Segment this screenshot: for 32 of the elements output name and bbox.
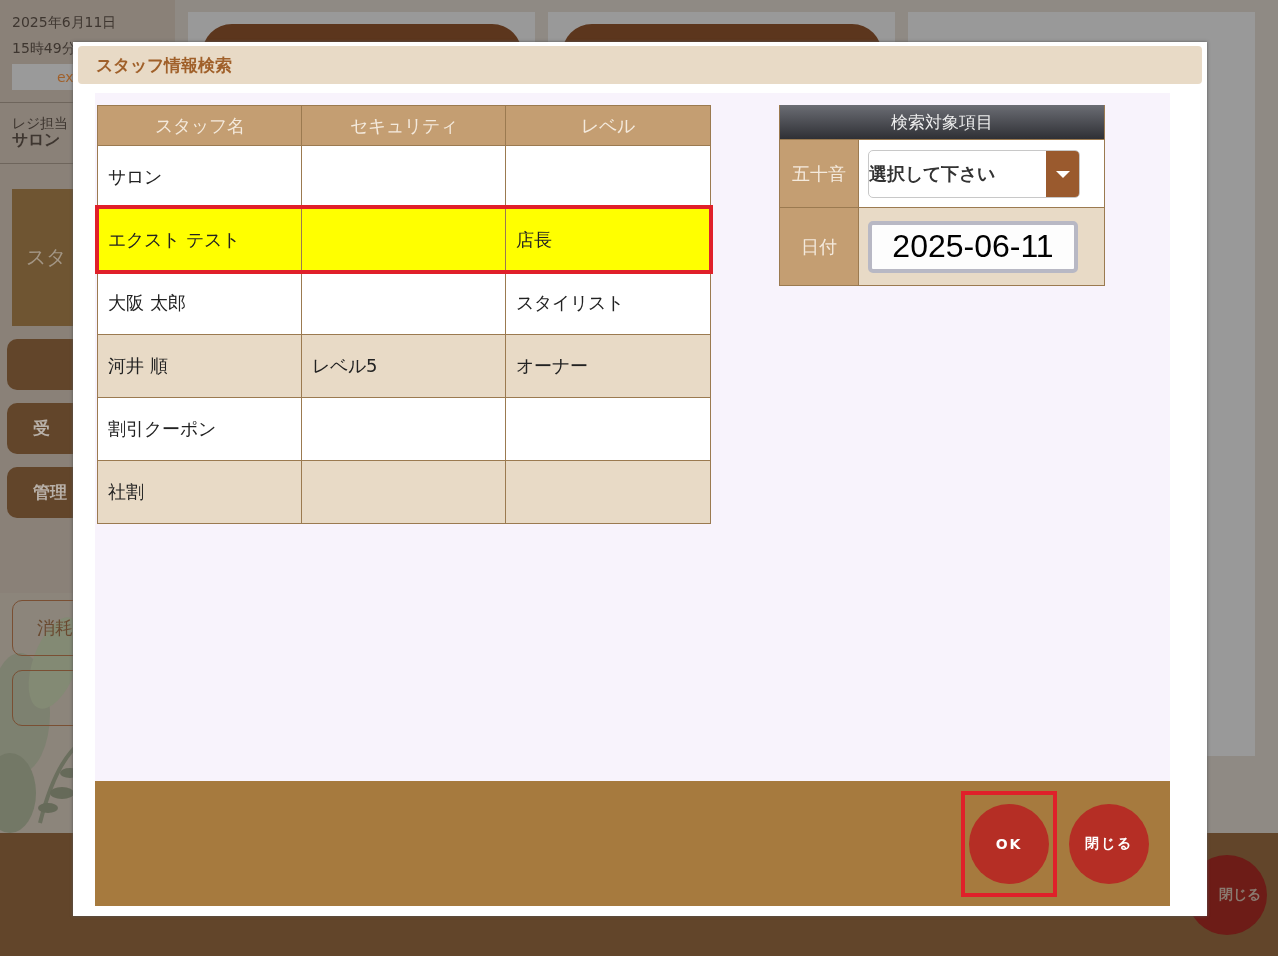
table-cell: 店長: [516, 228, 552, 252]
dialog-title: スタッフ情報検索: [96, 53, 232, 77]
caret-icon: [1046, 150, 1079, 197]
date-text: 2025年6月11日: [12, 14, 117, 32]
table-cell: 割引クーポン: [108, 417, 216, 441]
column-header: スタッフ名: [98, 106, 302, 146]
ok-button[interactable]: OK: [969, 803, 1049, 884]
table-cell: 大阪 太郎: [108, 291, 186, 315]
column-header: セキュリティ: [302, 106, 506, 146]
table-row[interactable]: エクスト テスト 店長: [98, 208, 710, 271]
table-cell: 河井 順: [108, 354, 168, 378]
table-cell: レベル5: [312, 354, 378, 378]
date-field[interactable]: 2025-06-11: [868, 220, 1078, 273]
field-label: 日付: [780, 208, 859, 285]
close-button[interactable]: 閉じる: [1069, 803, 1149, 884]
table-row[interactable]: 社割: [98, 460, 710, 523]
cashier-label: レジ担当: [12, 115, 68, 131]
field-label: 五十音: [780, 140, 859, 207]
dropdown[interactable]: 選択して下さい: [868, 149, 1080, 198]
table-row[interactable]: 割引クーポン: [98, 397, 710, 460]
table-row[interactable]: 大阪 太郎 スタイリスト: [98, 271, 710, 334]
table-cell: 社割: [108, 480, 144, 504]
table-row[interactable]: 河井 順 レベル5 オーナー: [98, 334, 710, 397]
table-cell: サロン: [108, 165, 162, 189]
column-header: レベル: [506, 106, 710, 146]
table-cell: オーナー: [516, 354, 588, 378]
table-row[interactable]: サロン: [98, 146, 710, 208]
table-cell: スタイリスト: [516, 291, 624, 315]
panel-title: 検索対象項目: [780, 105, 1104, 139]
user-code: ex: [57, 69, 74, 85]
table-cell: エクスト テスト: [108, 228, 240, 252]
cashier-name: サロン: [12, 131, 60, 149]
